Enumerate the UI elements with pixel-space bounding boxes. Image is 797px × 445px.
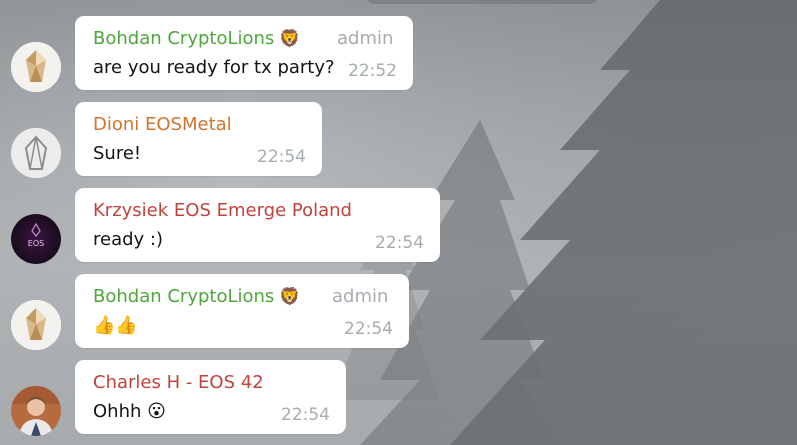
message-row: Dioni EOSMetal Sure! 22:54: [0, 102, 797, 178]
cryptolions-crystal-avatar: [11, 42, 61, 92]
sender-name[interactable]: Bohdan CryptoLions 🦁: [93, 28, 300, 49]
message-text: 👍👍: [93, 315, 138, 336]
message-time: 22:54: [375, 233, 424, 253]
message-row: Charles H - EOS 42 Ohhh 😮 22:54: [0, 360, 797, 436]
message-row: Bohdan CryptoLions 🦁 admin 👍👍 22:54: [0, 274, 797, 350]
cryptolions-crystal-avatar: [11, 300, 61, 350]
lion-emoji-icon: 🦁: [279, 287, 301, 307]
admin-badge: admin: [332, 286, 389, 307]
message-text: ready :): [93, 229, 163, 250]
avatar[interactable]: [11, 42, 61, 92]
message-text: Ohhh 😮: [93, 401, 166, 422]
eos-emerge-avatar: EOS: [11, 214, 61, 264]
svg-text:EOS: EOS: [28, 239, 44, 248]
lion-emoji-icon: 🦁: [279, 29, 301, 49]
message-time: 22:54: [281, 405, 330, 425]
admin-badge: admin: [337, 28, 394, 49]
person-photo-avatar: [11, 386, 61, 436]
message-row: Bohdan CryptoLions 🦁 admin are you ready …: [0, 16, 797, 92]
eosmetal-avatar: [11, 128, 61, 178]
avatar[interactable]: [11, 386, 61, 436]
sender-name[interactable]: Bohdan CryptoLions 🦁: [93, 286, 300, 307]
message-time: 22:52: [348, 61, 397, 81]
message-bubble[interactable]: Charles H - EOS 42 Ohhh 😮 22:54: [75, 360, 346, 434]
avatar[interactable]: EOS: [11, 214, 61, 264]
sender-name[interactable]: Dioni EOSMetal: [93, 114, 232, 135]
message-bubble[interactable]: Krzysiek EOS Emerge Poland ready :) 22:5…: [75, 188, 440, 262]
message-row: EOS Krzysiek EOS Emerge Poland ready :) …: [0, 188, 797, 264]
message-text: are you ready for tx party?: [93, 57, 335, 78]
sender-name[interactable]: Charles H - EOS 42: [93, 372, 264, 393]
avatar[interactable]: [11, 128, 61, 178]
message-text: Sure!: [93, 143, 142, 164]
avatar[interactable]: [11, 300, 61, 350]
message-bubble[interactable]: Bohdan CryptoLions 🦁 admin are you ready …: [75, 16, 413, 90]
message-bubble[interactable]: Bohdan CryptoLions 🦁 admin 👍👍 22:54: [75, 274, 409, 348]
message-time: 22:54: [257, 147, 306, 167]
date-pill: [366, 0, 598, 4]
message-time: 22:54: [344, 319, 393, 339]
message-bubble[interactable]: Dioni EOSMetal Sure! 22:54: [75, 102, 322, 176]
sender-name[interactable]: Krzysiek EOS Emerge Poland: [93, 200, 352, 221]
